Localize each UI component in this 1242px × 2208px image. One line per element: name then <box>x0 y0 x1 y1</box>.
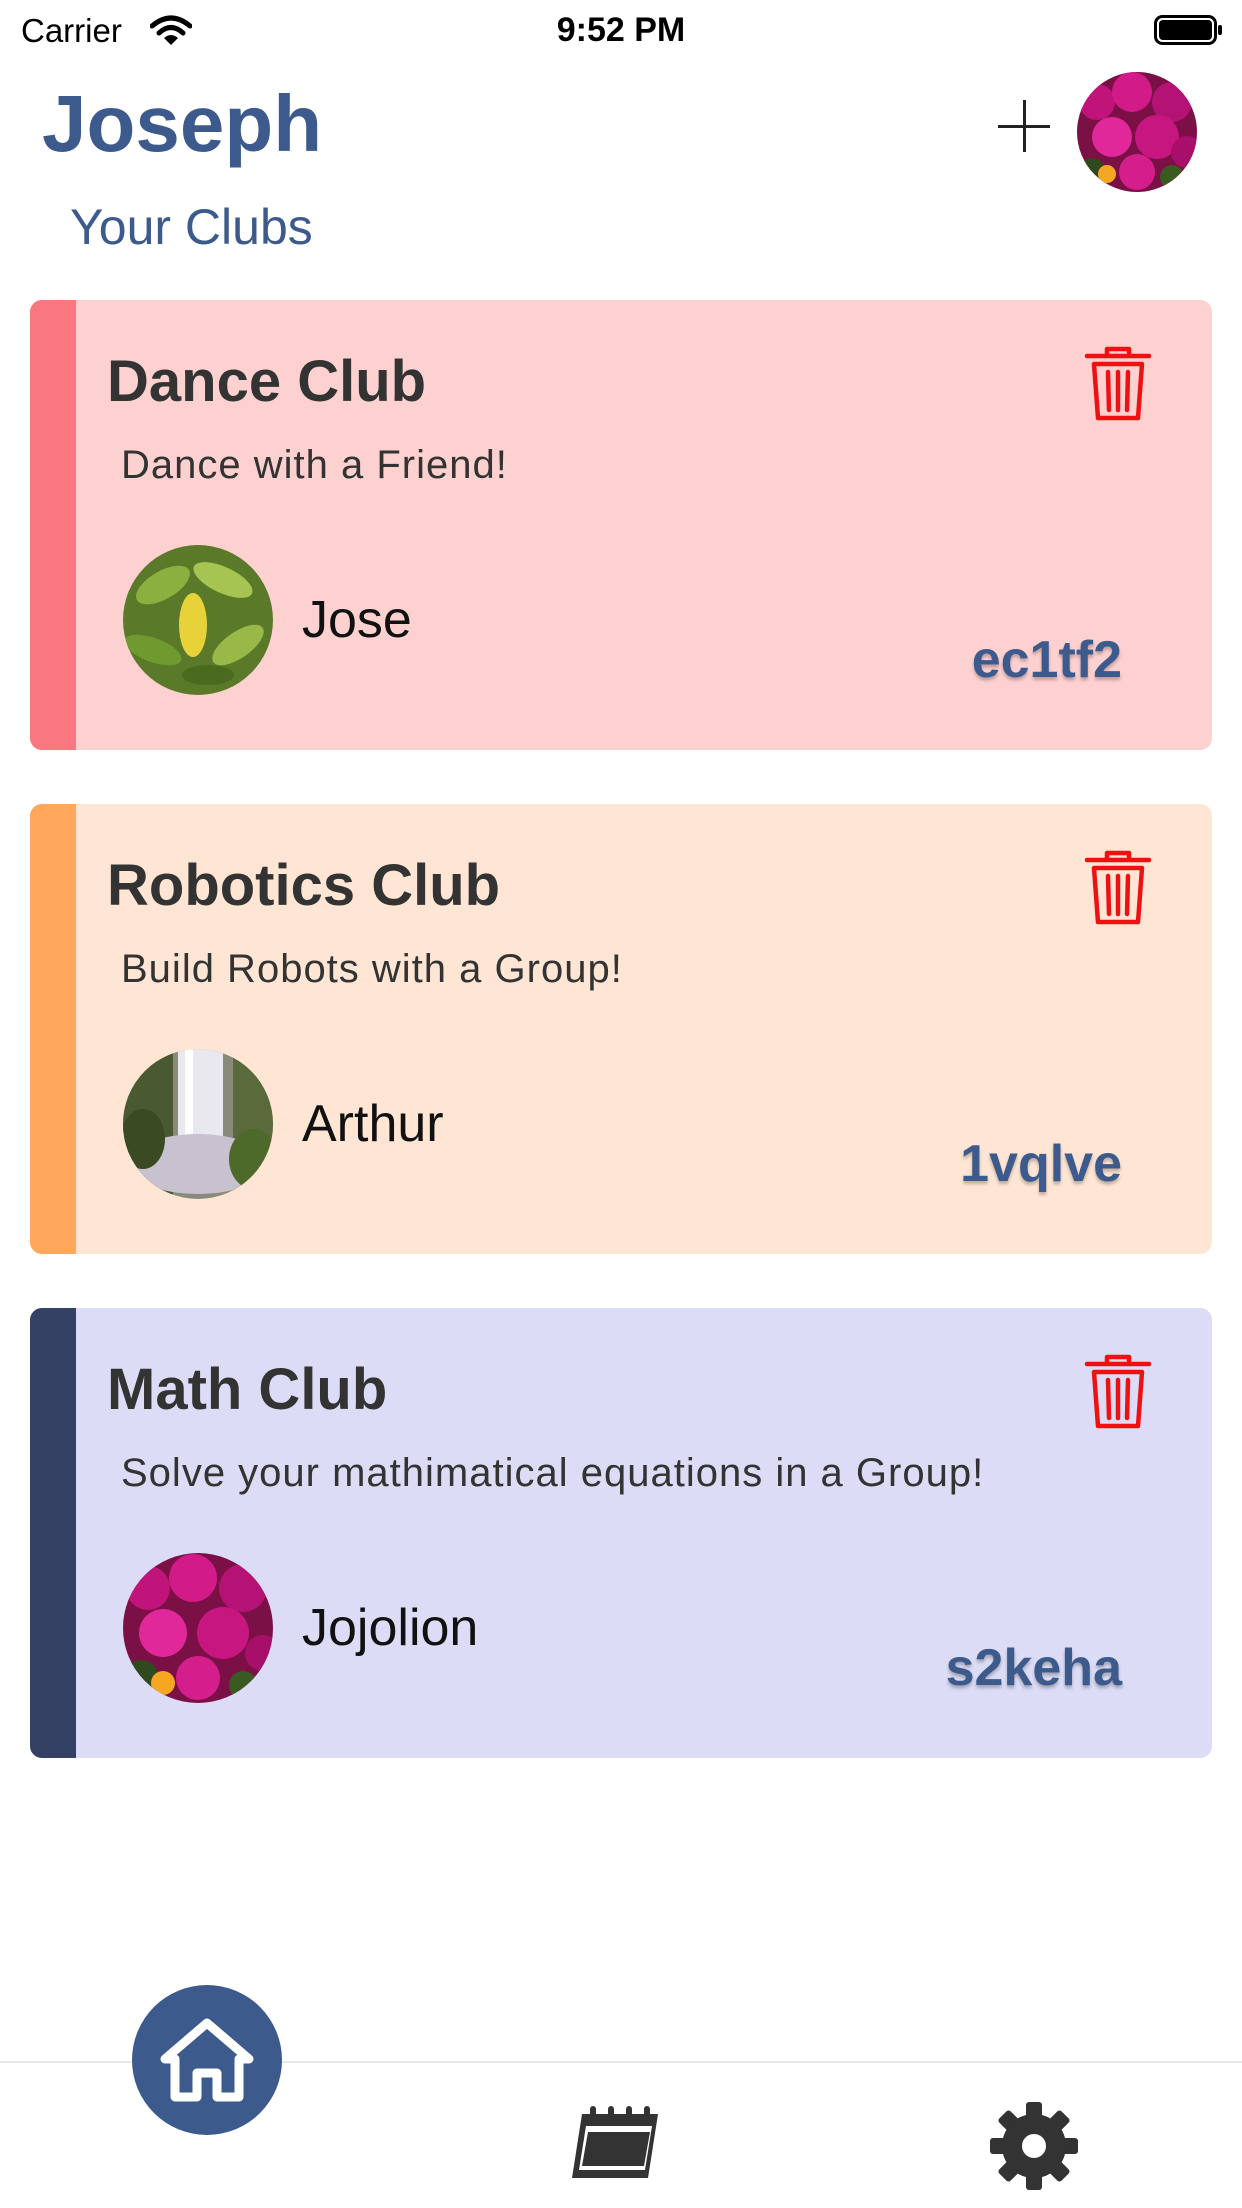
pink-flowers-photo <box>123 1553 273 1703</box>
owner-name: Arthur <box>302 1095 444 1153</box>
owner-name: Jose <box>302 591 412 649</box>
home-icon <box>160 2018 254 2102</box>
club-code: s2keha <box>945 1639 1122 1697</box>
club-card-math[interactable]: Math Club Solve your mathimatical equati… <box>30 1308 1212 1758</box>
club-card-dance[interactable]: Dance Club Dance with a Friend! Jose ec1… <box>30 300 1212 750</box>
owner-avatar <box>123 1553 273 1703</box>
owner-avatar <box>123 1049 273 1199</box>
owner-name: Jojolion <box>302 1599 479 1657</box>
home-tab[interactable] <box>132 1985 282 2135</box>
battery-icon <box>1154 15 1222 45</box>
club-code: ec1tf2 <box>971 631 1122 689</box>
owner-avatar <box>123 545 273 695</box>
club-card-robotics[interactable]: Robotics Club Build Robots with a Group!… <box>30 804 1212 1254</box>
waterfall-photo <box>123 1049 273 1199</box>
card-accent-bar <box>30 1308 76 1758</box>
card-accent-bar <box>30 300 76 750</box>
clock: 9:52 PM <box>556 11 686 49</box>
user-name-title: Joseph <box>42 79 323 168</box>
club-name: Dance Club <box>107 349 427 414</box>
club-code: 1vqlve <box>960 1135 1122 1193</box>
pink-flowers-photo <box>1077 72 1197 192</box>
status-bar: Carrier 9:52 PM <box>0 0 1242 62</box>
club-name: Math Club <box>107 1357 388 1422</box>
club-description: Build Robots with a Group! <box>121 947 623 991</box>
green-leaves-photo <box>123 545 273 695</box>
your-clubs-heading: Your Clubs <box>70 199 313 255</box>
trash-icon[interactable] <box>1083 848 1153 926</box>
profile-avatar[interactable] <box>1077 72 1197 192</box>
club-description: Dance with a Friend! <box>121 443 508 487</box>
club-name: Robotics Club <box>107 853 501 918</box>
gear-icon[interactable] <box>988 2100 1080 2192</box>
club-description: Solve your mathimatical equations in a G… <box>121 1451 985 1495</box>
card-accent-bar <box>30 804 76 1254</box>
trash-icon[interactable] <box>1083 1352 1153 1430</box>
calendar-icon[interactable] <box>568 2104 660 2186</box>
add-club-button[interactable] <box>998 100 1050 152</box>
trash-icon[interactable] <box>1083 344 1153 422</box>
